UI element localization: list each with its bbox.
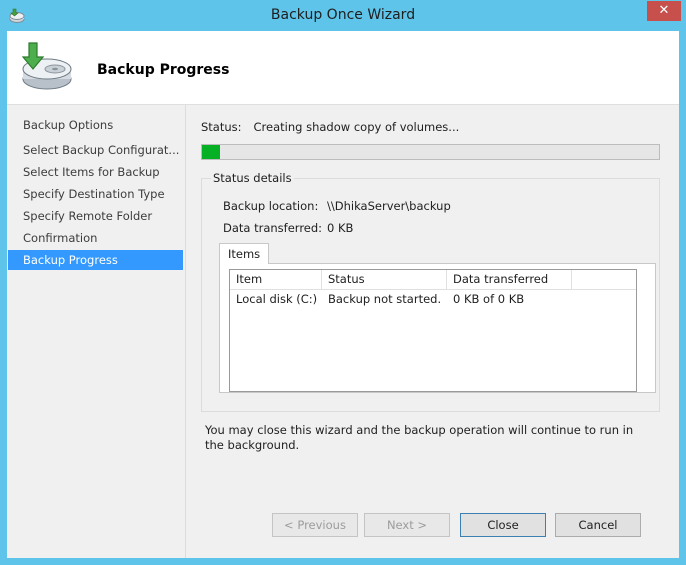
- status-details-title: Status details: [211, 171, 294, 185]
- previous-button[interactable]: < Previous: [272, 513, 358, 537]
- column-header-status[interactable]: Status: [322, 270, 447, 289]
- next-button[interactable]: Next >: [364, 513, 450, 537]
- progress-fill: [202, 145, 221, 159]
- page-title: Backup Progress: [97, 62, 230, 78]
- nav-item-select-backup-configuration[interactable]: Select Backup Configurat...: [8, 140, 183, 160]
- close-button[interactable]: Close: [460, 513, 546, 537]
- data-transferred-label: Data transferred:: [223, 221, 323, 235]
- background-note: You may close this wizard and the backup…: [205, 423, 634, 452]
- cancel-button[interactable]: Cancel: [555, 513, 641, 537]
- status-value: Creating shadow copy of volumes...: [253, 120, 460, 134]
- wizard-window: Backup Once Wizard ✕ Backup Progress Bac…: [0, 0, 686, 565]
- backup-disk-icon: [21, 42, 72, 90]
- nav-item-destination-type[interactable]: Specify Destination Type: [8, 184, 183, 204]
- nav-item-backup-progress[interactable]: Backup Progress: [8, 250, 183, 270]
- list-header: Item Status Data transferred: [230, 270, 636, 290]
- wizard-nav: Backup Options Select Backup Configurat.…: [7, 105, 185, 558]
- title-bar[interactable]: Backup Once Wizard ✕: [0, 0, 686, 31]
- wizard-header: Backup Progress: [7, 31, 679, 105]
- cell-data-transferred: 0 KB of 0 KB: [453, 292, 525, 306]
- items-tab-panel: Item Status Data transferred Local disk …: [219, 263, 656, 393]
- cell-item: Local disk (C:): [236, 292, 318, 306]
- wizard-client-area: Backup Progress Backup Options Select Ba…: [7, 31, 679, 558]
- backup-progress-bar: [201, 144, 660, 160]
- nav-item-remote-folder[interactable]: Specify Remote Folder: [8, 206, 183, 226]
- status-label: Status:: [201, 120, 242, 134]
- column-header-item[interactable]: Item: [230, 270, 322, 289]
- wizard-footer: < Previous Next > Close Cancel: [185, 491, 679, 558]
- cell-status: Backup not started.: [328, 292, 442, 306]
- nav-item-backup-options[interactable]: Backup Options: [8, 115, 183, 135]
- nav-item-confirmation[interactable]: Confirmation: [8, 228, 183, 248]
- status-line: Status: Creating shadow copy of volumes..…: [201, 120, 459, 134]
- column-header-data-transferred[interactable]: Data transferred: [447, 270, 572, 289]
- window-title: Backup Once Wizard: [270, 7, 416, 23]
- wizard-content: Status: Creating shadow copy of volumes..…: [185, 105, 679, 491]
- nav-item-select-items[interactable]: Select Items for Backup: [8, 162, 183, 182]
- data-transferred-row: Data transferred: 0 KB: [223, 221, 353, 235]
- items-list[interactable]: Item Status Data transferred Local disk …: [229, 269, 637, 392]
- status-details-group: Status details Backup location: \\DhikaS…: [201, 171, 660, 412]
- tab-items[interactable]: Items: [219, 243, 269, 264]
- backup-location-row: Backup location: \\DhikaServer\backup: [223, 199, 451, 213]
- backup-location-value: \\DhikaServer\backup: [327, 199, 451, 213]
- backup-location-label: Backup location:: [223, 199, 319, 213]
- list-item[interactable]: Local disk (C:) Backup not started. 0 KB…: [230, 290, 636, 309]
- data-transferred-value: 0 KB: [327, 221, 354, 235]
- close-window-button[interactable]: ✕: [647, 1, 681, 21]
